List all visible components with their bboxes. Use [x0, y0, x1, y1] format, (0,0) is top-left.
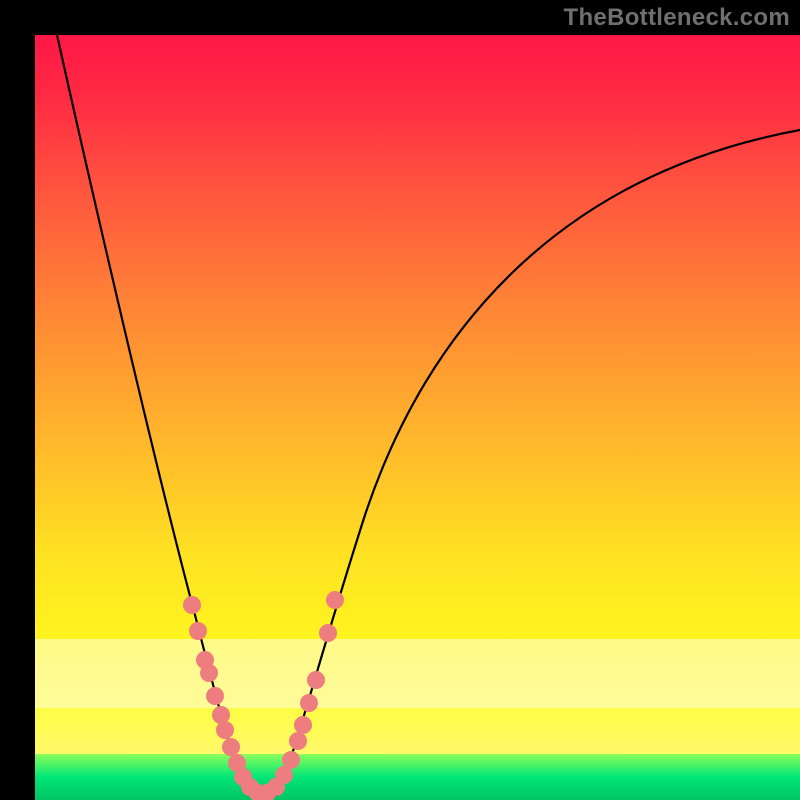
data-dot — [290, 733, 307, 750]
plot-area — [35, 35, 800, 800]
data-dot — [190, 623, 207, 640]
data-dot — [308, 672, 325, 689]
data-dot — [295, 717, 312, 734]
data-dot — [301, 695, 318, 712]
data-dots — [184, 592, 344, 800]
data-dot — [213, 707, 230, 724]
data-dot — [207, 688, 224, 705]
data-dot — [283, 752, 300, 769]
bottleneck-curve-left — [57, 35, 250, 795]
curve-layer — [35, 35, 800, 800]
data-dot — [223, 739, 240, 756]
chart-frame: TheBottleneck.com — [0, 0, 800, 800]
data-dot — [327, 592, 344, 609]
data-dot — [320, 625, 337, 642]
data-dot — [217, 722, 234, 739]
watermark-text: TheBottleneck.com — [564, 4, 790, 32]
bottleneck-curve-right — [277, 130, 800, 795]
data-dot — [276, 767, 293, 784]
data-dot — [184, 597, 201, 614]
data-dot — [201, 665, 218, 682]
